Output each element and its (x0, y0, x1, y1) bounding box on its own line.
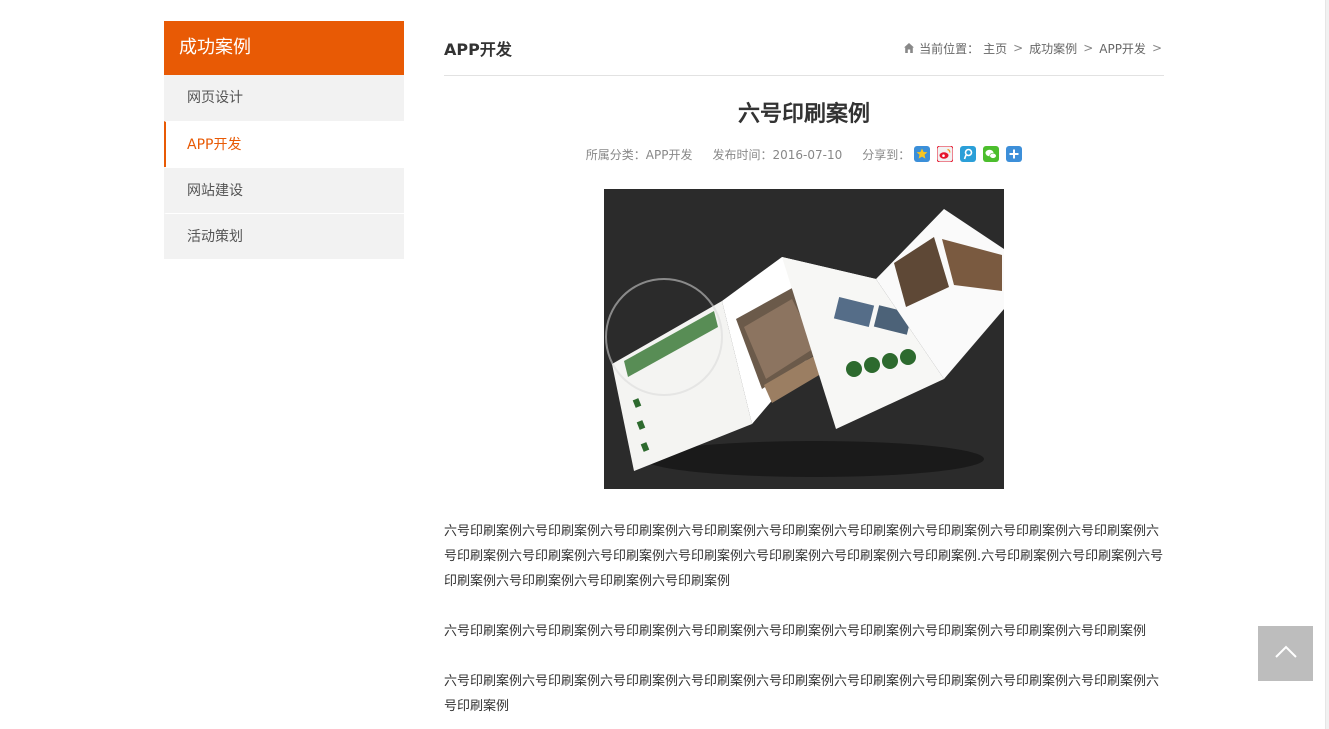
article-title: 六号印刷案例 (737, 102, 870, 127)
sidebar: 成功案例 网页设计 APP开发 网站建设 活动策划 (164, 21, 404, 259)
back-to-top-button[interactable] (1258, 626, 1313, 681)
tencent-weibo-icon[interactable] (960, 146, 977, 162)
category-label: 所属分类： (585, 147, 646, 162)
breadcrumb: 当前位置： 主页 > 成功案例 > APP开发 > (903, 40, 1164, 57)
article-date: 发布时间：2016-07-10 (712, 146, 842, 163)
main-content: APP开发 当前位置： 主页 > 成功案例 > APP开发 > 六号印刷案例 所… (444, 21, 1164, 729)
breadcrumb-cases-link[interactable]: 成功案例 (1029, 40, 1077, 57)
section-title: APP开发 (444, 40, 512, 59)
sidebar-title: 成功案例 (164, 21, 404, 75)
article-category: 所属分类：APP开发 (586, 146, 693, 163)
date-value: 2016-07-10 (772, 147, 843, 162)
home-icon (903, 42, 915, 54)
case-photo (604, 189, 1004, 489)
page-scrollbar[interactable] (1325, 0, 1329, 729)
more-share-icon[interactable] (1006, 146, 1023, 162)
breadcrumb-prefix: 当前位置： (919, 41, 980, 56)
category-value: APP开发 (645, 147, 693, 162)
sidebar-item-app-dev[interactable]: APP开发 (164, 121, 404, 167)
article-paragraph: 六号印刷案例六号印刷案例六号印刷案例六号印刷案例六号印刷案例六号印刷案例六号印刷… (444, 624, 1147, 639)
article-meta: 所属分类：APP开发 发布时间：2016-07-10 分享到： (444, 144, 1164, 164)
date-label: 发布时间： (712, 147, 773, 162)
sidebar-menu: 网页设计 APP开发 网站建设 活动策划 (164, 75, 404, 259)
article-paragraph: 六号印刷案例六号印刷案例六号印刷案例六号印刷案例六号印刷案例六号印刷案例六号印刷… (444, 674, 1160, 714)
sidebar-item-web-design[interactable]: 网页设计 (164, 75, 404, 121)
article-body: 六号印刷案例六号印刷案例六号印刷案例六号印刷案例六号印刷案例六号印刷案例六号印刷… (444, 519, 1164, 719)
sidebar-item-website-build[interactable]: 网站建设 (164, 167, 404, 213)
wechat-icon[interactable] (983, 146, 1000, 162)
breadcrumb-app-link[interactable]: APP开发 (1099, 40, 1146, 57)
share-label: 分享到： (862, 147, 911, 162)
share-icons (914, 145, 1023, 163)
article-paragraph: 六号印刷案例六号印刷案例六号印刷案例六号印刷案例六号印刷案例六号印刷案例六号印刷… (444, 524, 1164, 589)
qzone-icon[interactable] (914, 146, 931, 162)
weibo-icon[interactable] (936, 145, 954, 163)
breadcrumb-separator: > (1013, 41, 1024, 55)
breadcrumb-separator: > (1083, 41, 1094, 55)
breadcrumb-separator: > (1151, 41, 1162, 55)
breadcrumb-home-link[interactable]: 主页 (983, 40, 1007, 57)
chevron-up-icon (1274, 644, 1298, 663)
main-header: APP开发 当前位置： 主页 > 成功案例 > APP开发 > (444, 21, 1164, 76)
share-bar: 分享到： (862, 145, 1023, 163)
sidebar-item-event-planning[interactable]: 活动策划 (164, 213, 404, 259)
